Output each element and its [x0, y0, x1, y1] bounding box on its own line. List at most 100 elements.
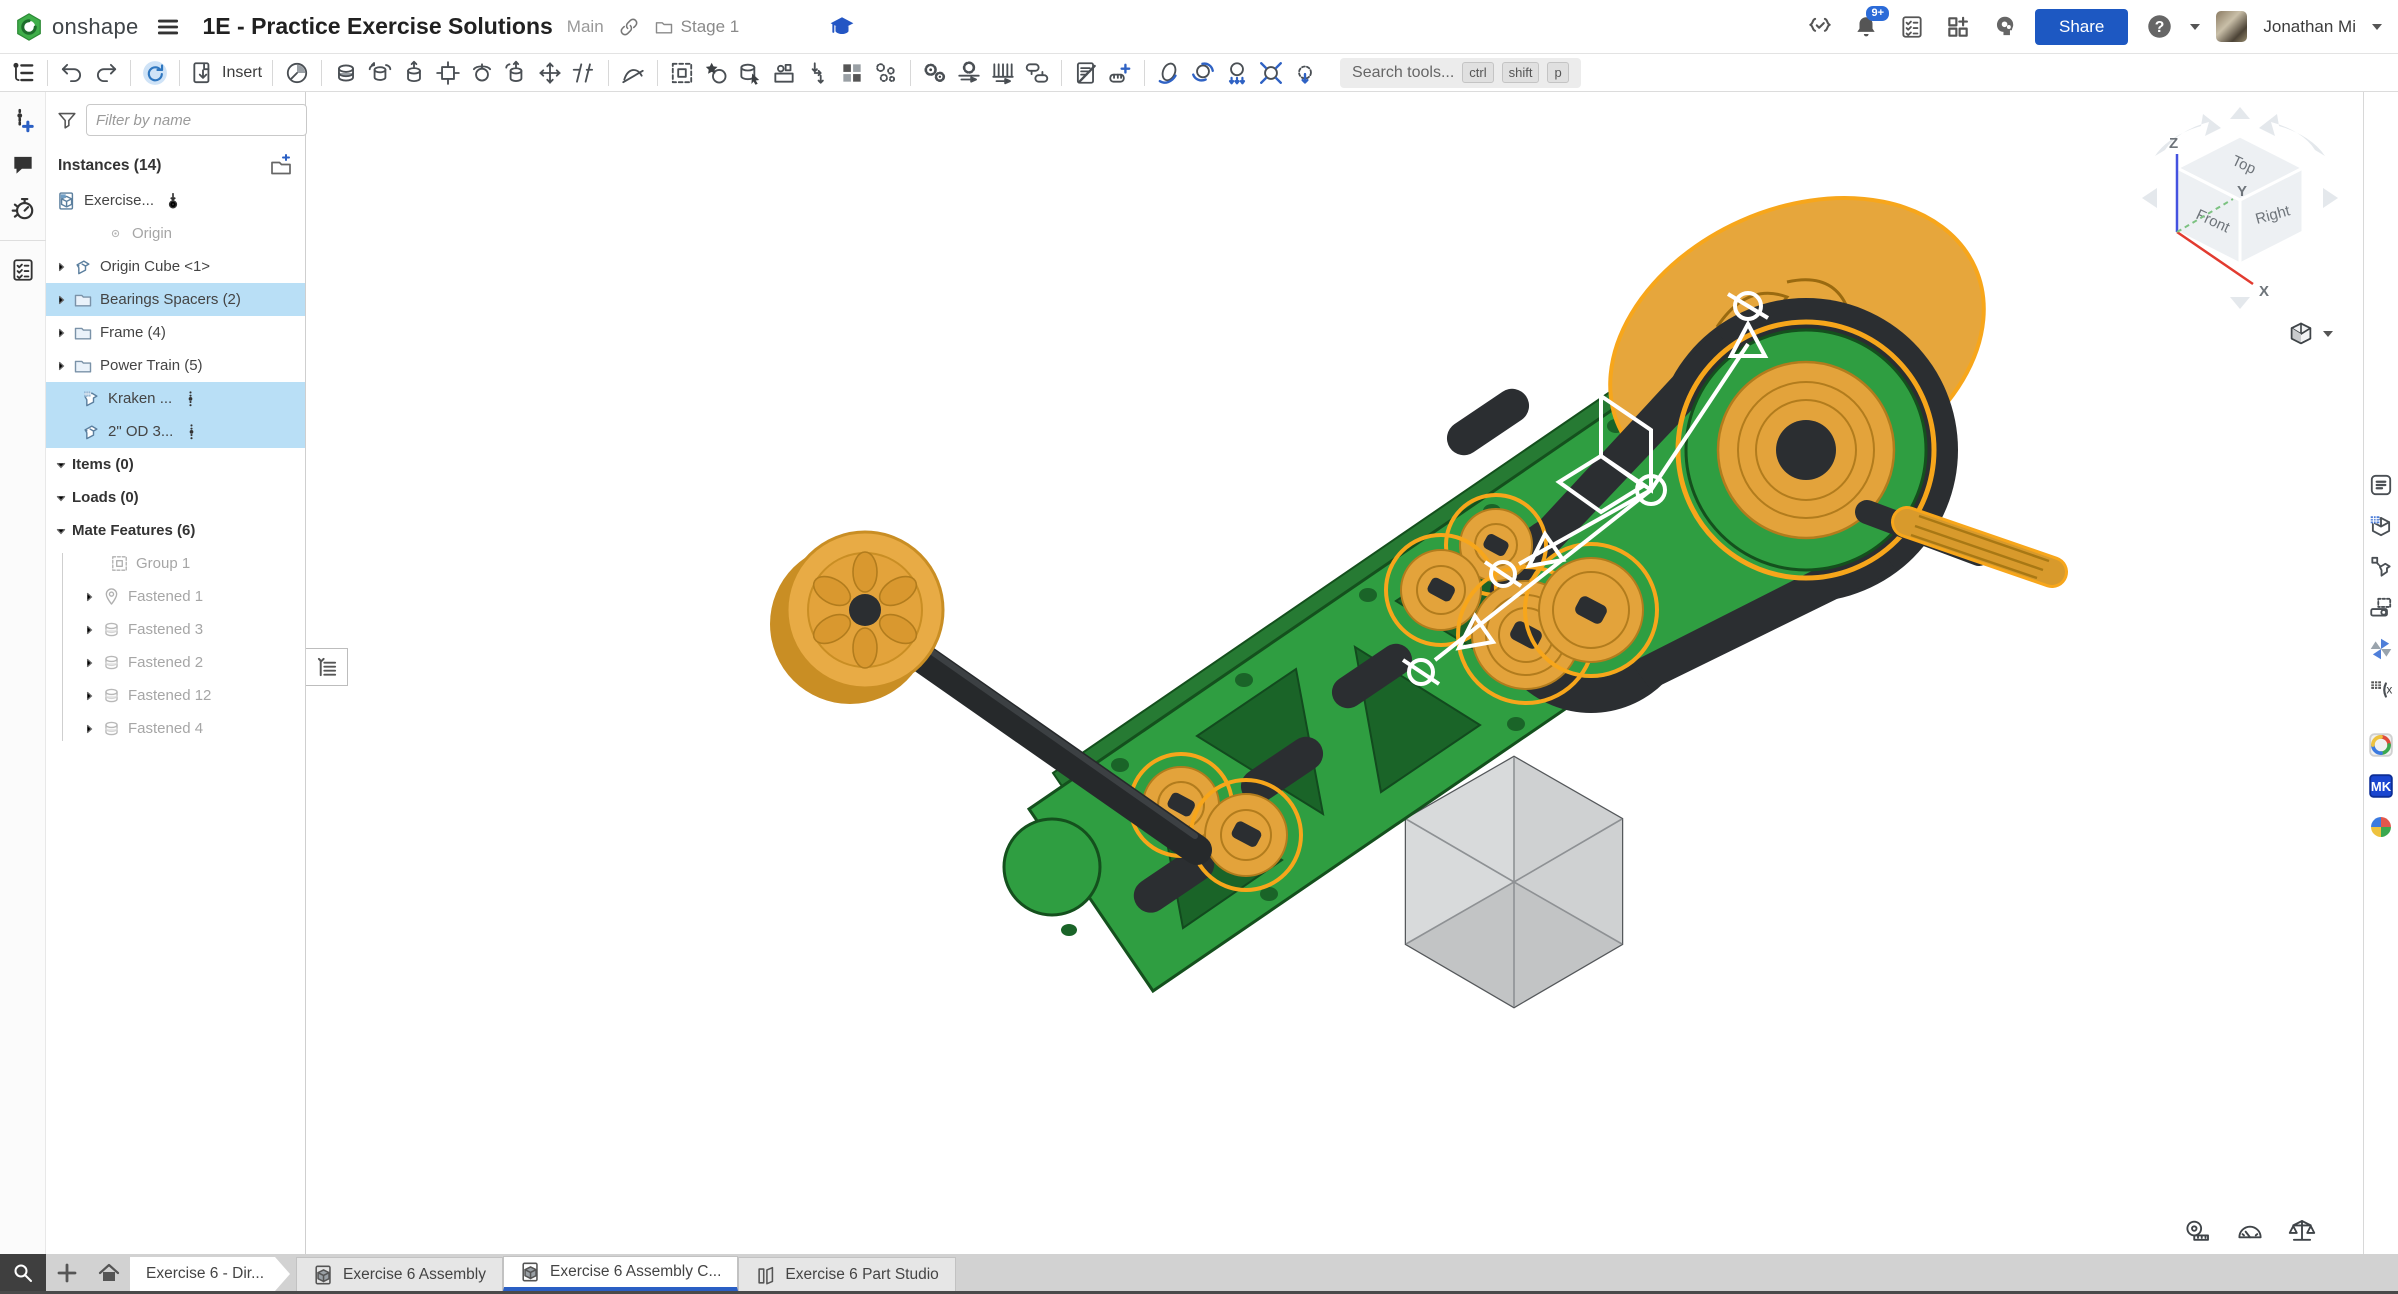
assembly-structure-button[interactable] — [6, 57, 40, 89]
versions-button[interactable] — [1805, 12, 1835, 42]
bom-button[interactable] — [1069, 57, 1103, 89]
measure-button[interactable] — [1103, 57, 1137, 89]
main-menu-button[interactable] — [153, 12, 183, 42]
chevron-down-icon[interactable] — [54, 523, 68, 539]
fastened-mate-button[interactable] — [329, 57, 363, 89]
checklist-tasks-button[interactable] — [6, 253, 40, 287]
search-tools-button[interactable]: Search tools...ctrlshiftp — [1340, 58, 1581, 88]
tree-item-kraken[interactable]: Kraken ... — [46, 382, 305, 415]
protractor-icon[interactable] — [2235, 1216, 2265, 1246]
tree-item-origin-cube-1[interactable]: Origin Cube <1> — [46, 250, 305, 283]
filter-input[interactable] — [86, 104, 307, 136]
tree-item-origin[interactable]: Origin — [46, 217, 305, 250]
sim-drop-button[interactable] — [1288, 57, 1322, 89]
chevron-right-icon[interactable] — [54, 292, 68, 308]
tab-manager-button[interactable] — [88, 1254, 130, 1291]
chevron-right-icon[interactable] — [54, 358, 68, 374]
mass-properties-scale-icon[interactable] — [2287, 1216, 2317, 1246]
gear-relation-button[interactable] — [918, 57, 952, 89]
chevron-right-icon[interactable] — [54, 259, 68, 275]
comments-button[interactable] — [6, 148, 40, 182]
sim-cycle-button[interactable] — [1186, 57, 1220, 89]
group-mates-button[interactable] — [665, 57, 699, 89]
standard-content-button[interactable] — [699, 57, 733, 89]
cylindrical-mate-button[interactable] — [499, 57, 533, 89]
anchor-indicator[interactable] — [164, 192, 182, 210]
tree-item-fastened-2[interactable]: Fastened 2 — [46, 646, 305, 679]
help-caret-icon[interactable] — [2190, 24, 2200, 30]
panel-appearance-button[interactable] — [2366, 634, 2396, 664]
search-documents-button[interactable] — [0, 1254, 46, 1291]
insert-button[interactable]: Insert — [187, 57, 265, 89]
tree-item-group-1[interactable]: Group 1 — [46, 547, 305, 580]
user-avatar[interactable] — [2216, 11, 2247, 42]
sim-contract-button[interactable] — [1254, 57, 1288, 89]
filter-funnel-icon[interactable] — [56, 109, 78, 131]
derived-button[interactable] — [801, 57, 835, 89]
history-button[interactable] — [6, 192, 40, 226]
chevron-right-icon[interactable] — [82, 688, 96, 704]
mate-connector-add-button[interactable] — [6, 104, 40, 138]
onshape-logo[interactable]: onshape — [14, 12, 139, 42]
app-store-button[interactable] — [1943, 12, 1973, 42]
chevron-right-icon[interactable] — [82, 589, 96, 605]
stage-breadcrumb[interactable]: Stage 1 — [654, 17, 740, 37]
doc-tab-exercise-6-dir[interactable]: Exercise 6 - Dir... — [130, 1257, 290, 1291]
revolute-mate-button[interactable] — [363, 57, 397, 89]
replicate-button[interactable] — [733, 57, 767, 89]
pin-slot-mate-button[interactable] — [533, 57, 567, 89]
chevron-down-icon[interactable] — [54, 490, 68, 506]
sim-gravity-button[interactable] — [1220, 57, 1254, 89]
tree-item-fastened-4[interactable]: Fastened 4 — [46, 712, 305, 745]
chevron-down-icon[interactable] — [54, 457, 68, 473]
exploded-view-button[interactable] — [869, 57, 903, 89]
dof-indicator[interactable] — [183, 423, 200, 440]
tree-item-frame-4[interactable]: Frame (4) — [46, 316, 305, 349]
tree-item-fastened-1[interactable]: Fastened 1 — [46, 580, 305, 613]
dof-indicator[interactable] — [182, 390, 199, 407]
doc-tab-exercise-6-assembly-c[interactable]: Exercise 6 Assembly C... — [503, 1256, 738, 1291]
chevron-right-icon[interactable] — [82, 622, 96, 638]
tree-item-mate-features-6[interactable]: Mate Features (6) — [46, 514, 305, 547]
share-button[interactable]: Share — [2035, 9, 2128, 45]
sim-rotate-button[interactable] — [1152, 57, 1186, 89]
sync-button[interactable] — [138, 57, 172, 89]
notifications-button[interactable]: 9+ — [1851, 12, 1881, 42]
undo-button[interactable] — [55, 57, 89, 89]
panel-standard-content-button[interactable] — [2366, 511, 2396, 541]
tree-item-items-0[interactable]: Items (0) — [46, 448, 305, 481]
planar-mate-button[interactable] — [431, 57, 465, 89]
pattern-button[interactable] — [835, 57, 869, 89]
panel-flyout-handle[interactable] — [306, 648, 348, 686]
parallel-mate-button[interactable] — [567, 57, 601, 89]
app-mk-button[interactable]: MK — [2366, 771, 2396, 801]
learning-center-button[interactable] — [1989, 12, 2019, 42]
tangent-mate-button[interactable] — [616, 57, 650, 89]
panel-in-context-button[interactable] — [2366, 552, 2396, 582]
insert-in-context-button[interactable] — [767, 57, 801, 89]
tree-item-2-od-3[interactable]: 2" OD 3... — [46, 415, 305, 448]
belt-relation-button[interactable] — [1020, 57, 1054, 89]
help-button[interactable]: ? — [2144, 12, 2174, 42]
tree-item-power-train-5[interactable]: Power Train (5) — [46, 349, 305, 382]
tree-item-fastened-3[interactable]: Fastened 3 — [46, 613, 305, 646]
tasks-button[interactable] — [1897, 12, 1927, 42]
view-cube[interactable]: Top Front Right Z X Y — [2135, 106, 2345, 310]
new-tab-button[interactable] — [46, 1254, 88, 1291]
redo-button[interactable] — [89, 57, 123, 89]
chevron-right-icon[interactable] — [82, 655, 96, 671]
ball-mate-button[interactable] — [465, 57, 499, 89]
doc-tab-exercise-6-assembly[interactable]: Exercise 6 Assembly — [296, 1257, 503, 1291]
tree-item-exercise[interactable]: Exercise... — [46, 184, 305, 217]
panel-featurescript-button[interactable]: x — [2366, 675, 2396, 705]
chevron-right-icon[interactable] — [54, 325, 68, 341]
rack-pinion-relation-button[interactable] — [952, 57, 986, 89]
panel-outline-button[interactable] — [2366, 470, 2396, 500]
panel-configurations-button[interactable] — [2366, 593, 2396, 623]
tree-item-loads-0[interactable]: Loads (0) — [46, 481, 305, 514]
app-pie-button[interactable] — [2366, 812, 2396, 842]
tape-measure-icon[interactable] — [2183, 1216, 2213, 1246]
user-menu-caret-icon[interactable] — [2372, 24, 2382, 30]
screw-relation-button[interactable] — [986, 57, 1020, 89]
chevron-right-icon[interactable] — [82, 721, 96, 737]
